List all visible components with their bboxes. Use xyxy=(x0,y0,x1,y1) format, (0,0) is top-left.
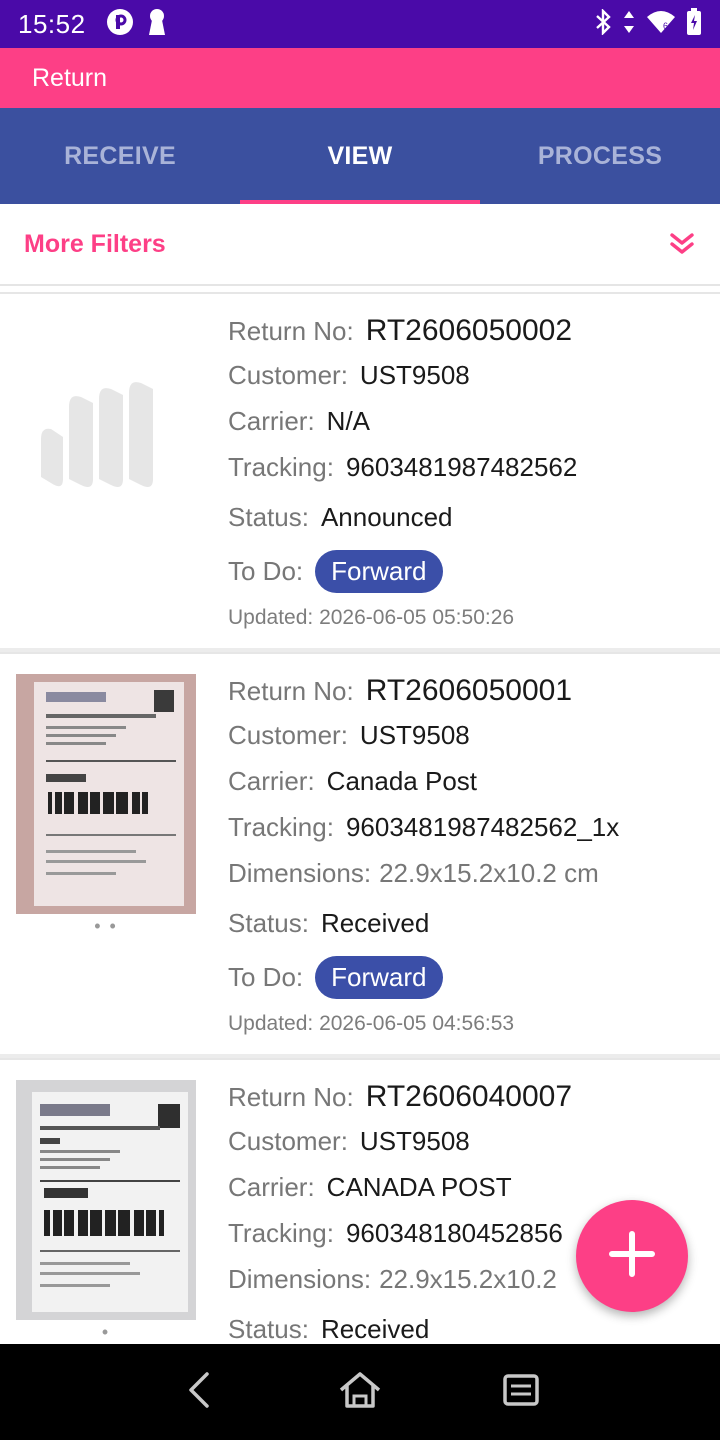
customer-row: Customer: UST9508 xyxy=(228,1126,470,1156)
status-row: Status: Announced xyxy=(228,502,453,532)
data-arrows-icon xyxy=(622,9,636,40)
image-pager-dots: • • xyxy=(94,916,118,936)
more-filters-bar[interactable]: More Filters xyxy=(0,204,720,286)
return-no-row: Return No: RT2606050001 xyxy=(228,674,573,707)
tracking: 9603481987482562 xyxy=(345,452,578,482)
system-nav-bar xyxy=(0,1344,720,1440)
recents-icon[interactable] xyxy=(501,1370,541,1415)
bluetooth-icon xyxy=(594,7,612,40)
status: Announced xyxy=(320,502,453,532)
tab-receive[interactable]: RECEIVE xyxy=(0,108,240,204)
return-no-row: Return No: RT2606050002 xyxy=(228,314,573,347)
parcel-photo[interactable] xyxy=(16,1080,196,1320)
tab-view[interactable]: VIEW xyxy=(240,108,480,204)
customer-row: Customer: UST9508 xyxy=(228,360,470,390)
tracking-row: Tracking: 9603481987482562_1x xyxy=(228,812,620,842)
tab-process[interactable]: PROCESS xyxy=(480,108,720,204)
plus-icon[interactable] xyxy=(608,1230,656,1283)
return-no: RT2606050001 xyxy=(365,674,573,707)
image-pager-dots: • xyxy=(101,1322,111,1342)
status-row: Status: Received xyxy=(228,908,430,938)
status: Received xyxy=(320,908,430,938)
back-icon[interactable] xyxy=(179,1370,219,1415)
more-filters-label[interactable]: More Filters xyxy=(24,230,166,259)
carrier-row: Carrier: N/A xyxy=(228,406,371,436)
dimensions-row: Dimensions: 22.9x15.2x10.2 cm xyxy=(228,858,599,888)
todo-chip[interactable]: Forward xyxy=(315,955,443,999)
keyhole-icon xyxy=(148,8,166,41)
todo-row: To Do: Forward xyxy=(228,548,720,594)
page-title: Return xyxy=(32,63,108,92)
svg-text:6: 6 xyxy=(663,21,668,31)
carrier: N/A xyxy=(326,406,371,436)
updated-timestamp: Updated: 2026-06-05 04:56:53 xyxy=(228,1012,515,1035)
home-icon[interactable] xyxy=(337,1370,383,1415)
status-time: 15:52 xyxy=(18,8,86,39)
wifi-icon: 6 xyxy=(646,9,676,40)
todo-chip[interactable]: Forward xyxy=(315,549,443,593)
return-no: RT2606050002 xyxy=(365,314,573,347)
list-item[interactable]: • • Return No: RT2606050001 Customer: UST9… xyxy=(0,652,720,1054)
dimensions: 22.9x15.2x10.2 xyxy=(379,1264,557,1294)
tab-bar: RECEIVE VIEW PROCESS xyxy=(0,108,720,204)
return-no-row: Return No: RT2606040007 xyxy=(228,1080,573,1113)
carrier: CANADA POST xyxy=(326,1172,512,1202)
status-row: Status: Received xyxy=(228,1314,430,1344)
app-bar: Return xyxy=(0,48,720,108)
carrier: Canada Post xyxy=(326,766,477,796)
status-bar: 15:52 6 xyxy=(0,0,720,48)
customer: UST9508 xyxy=(359,1126,470,1156)
customer-row: Customer: UST9508 xyxy=(228,720,470,750)
list-item[interactable]: Return No: RT2606050002 Customer: UST9508 … xyxy=(0,292,720,648)
double-chevron-down-icon[interactable] xyxy=(668,230,696,258)
customer: UST9508 xyxy=(359,360,470,390)
customer: UST9508 xyxy=(359,720,470,750)
tracking: 960348180452856 xyxy=(345,1218,563,1248)
returns-list[interactable]: Return No: RT2606050002 Customer: UST9508 … xyxy=(0,292,720,1344)
return-no: RT2606040007 xyxy=(365,1080,573,1113)
carrier-row: Carrier: Canada Post xyxy=(228,766,477,796)
tracking-row: Tracking: 9603481987482562 xyxy=(228,452,578,482)
battery-icon xyxy=(686,7,702,41)
status: Received xyxy=(320,1314,430,1344)
tracking: 9603481987482562_1x xyxy=(345,812,620,842)
p-badge-icon xyxy=(106,8,134,41)
updated-timestamp: Updated: 2026-06-05 05:50:26 xyxy=(228,606,515,629)
add-return-button[interactable] xyxy=(576,1200,688,1312)
todo-row: To Do: Forward xyxy=(228,954,720,1000)
placeholder-logo-image xyxy=(16,314,196,554)
dimensions: 22.9x15.2x10.2 cm xyxy=(379,858,599,888)
parcel-photo[interactable] xyxy=(16,674,196,914)
